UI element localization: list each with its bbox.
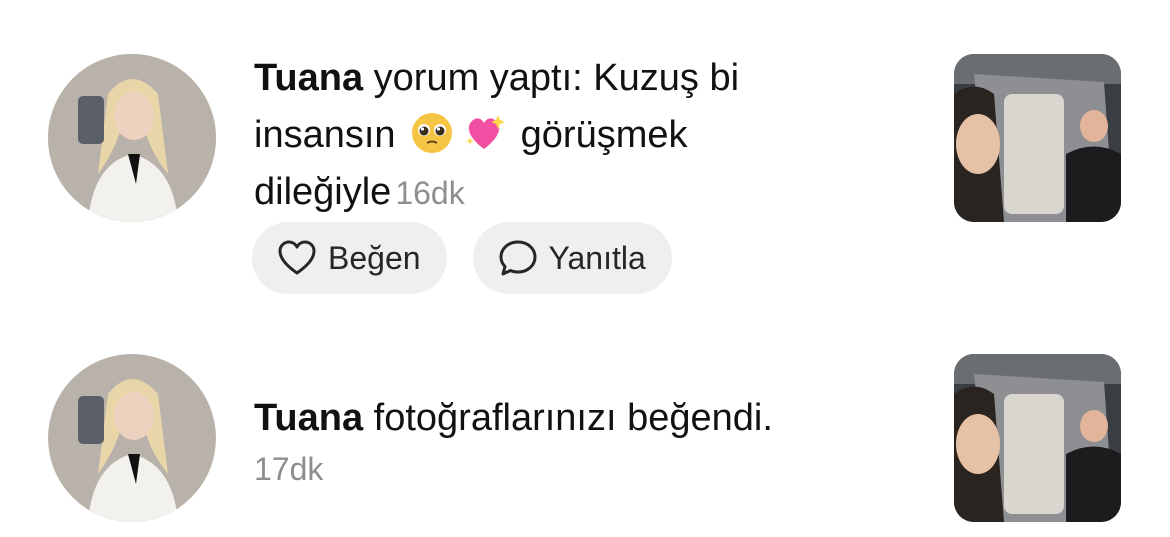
avatar-image	[48, 54, 216, 222]
heart-outline-icon	[276, 237, 318, 279]
pleading-face-emoji	[410, 111, 454, 155]
notification-like[interactable]: Tuana fotoğraflarınızı beğendi. 17dk	[0, 340, 1170, 537]
avatar-tuana[interactable]	[48, 54, 216, 222]
timestamp: 17dk	[254, 451, 324, 487]
username[interactable]: Tuana	[254, 57, 363, 99]
post-thumbnail-image	[954, 54, 1121, 222]
post-thumbnail[interactable]	[954, 54, 1121, 222]
post-thumbnail[interactable]	[954, 354, 1121, 522]
username[interactable]: Tuana	[254, 397, 363, 439]
sparkling-heart-emoji	[462, 111, 506, 155]
speech-bubble-icon	[497, 237, 539, 279]
avatar-tuana[interactable]	[48, 354, 216, 522]
like-label: Beğen	[328, 239, 421, 276]
like-button[interactable]: Beğen	[252, 222, 447, 294]
comment-actions: Beğen Yanıtla	[252, 222, 672, 294]
post-thumbnail-image	[954, 354, 1121, 522]
reply-button[interactable]: Yanıtla	[472, 222, 672, 294]
notification-text: Tuana yorum yaptı: Kuzuş bi insansın gör…	[254, 50, 874, 222]
notification-text: Tuana fotoğraflarınızı beğendi. 17dk	[254, 390, 874, 491]
avatar-image	[48, 354, 216, 522]
like-text: fotoğraflarınızı beğendi.	[363, 397, 773, 439]
notification-comment[interactable]: Tuana yorum yaptı: Kuzuş bi insansın gör…	[0, 0, 1170, 320]
reply-label: Yanıtla	[548, 239, 646, 276]
timestamp: 16dk	[395, 175, 465, 211]
